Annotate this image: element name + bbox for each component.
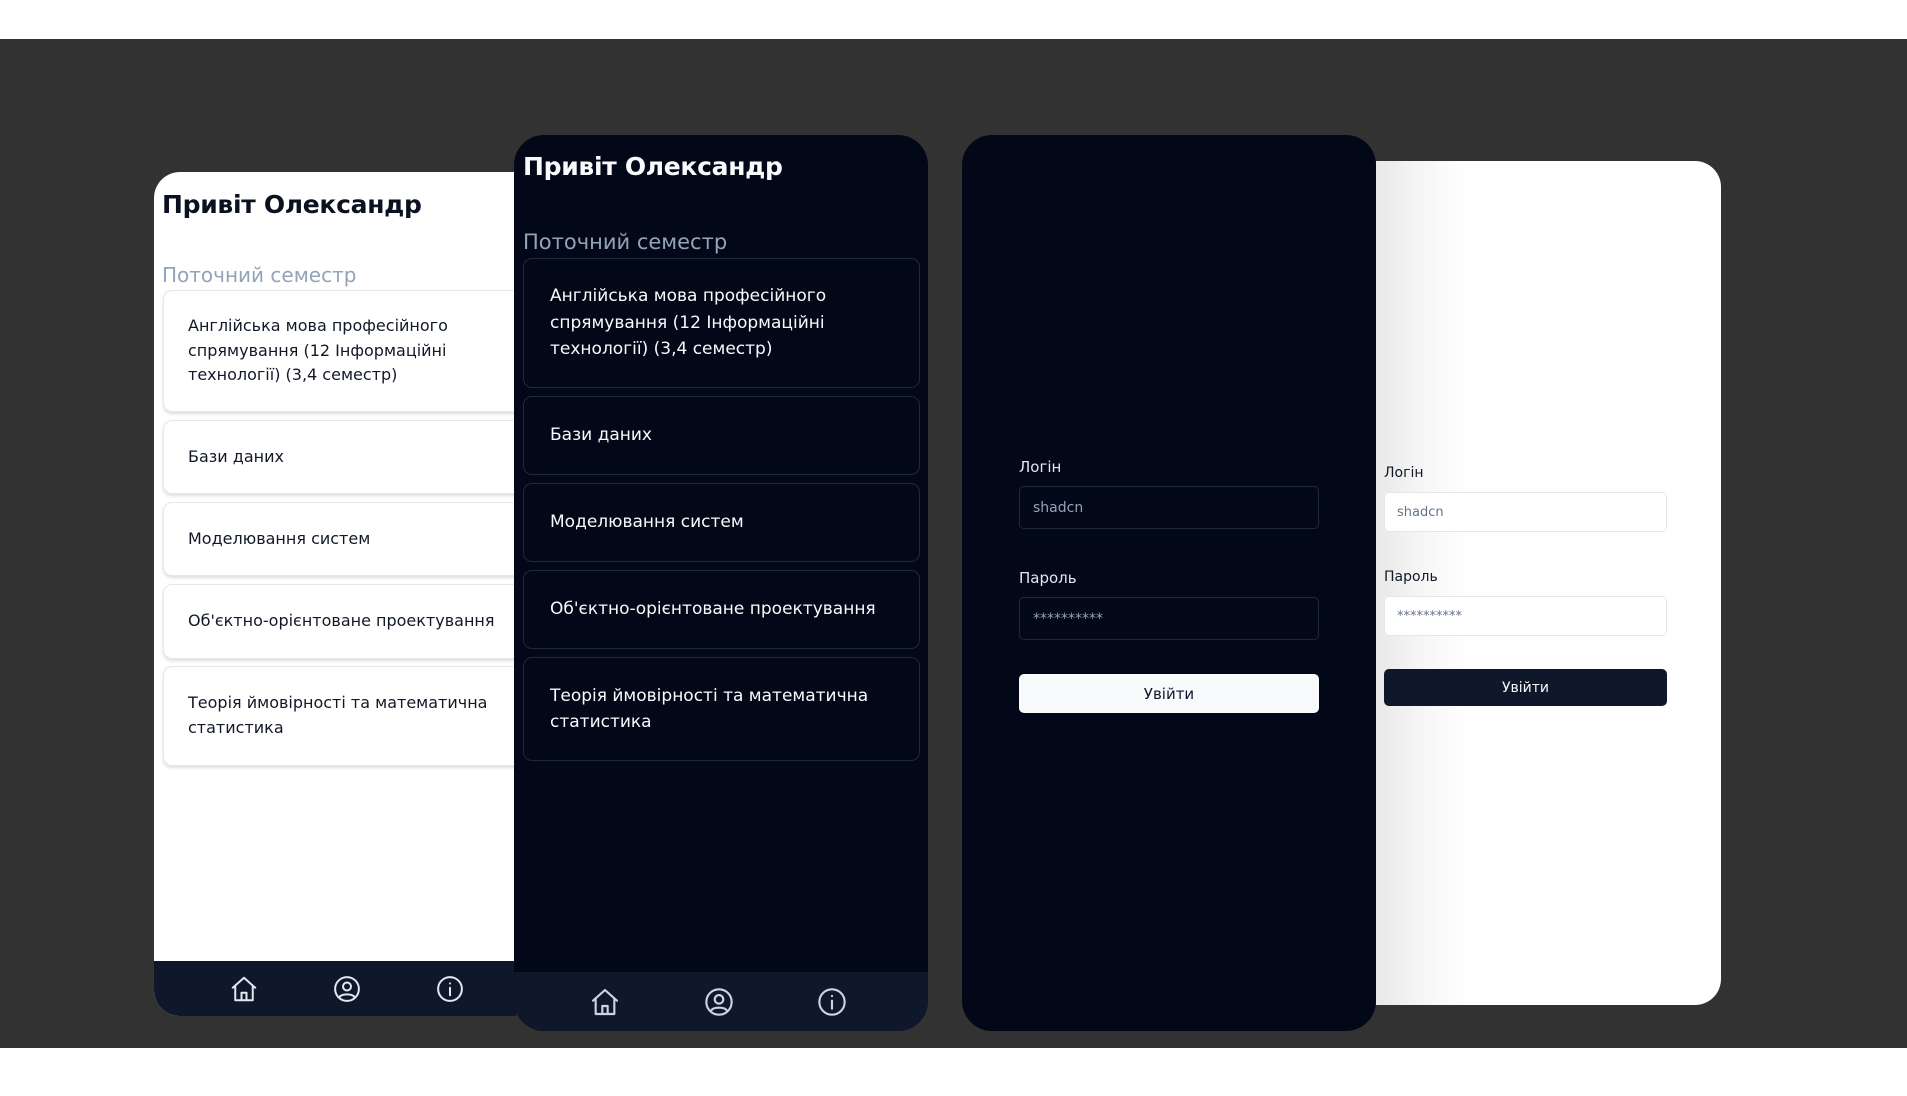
course-card[interactable]: Моделювання систем (523, 483, 920, 562)
course-card[interactable]: Теорія ймовірності та математична статис… (163, 666, 516, 766)
login-submit-button[interactable]: Увійти (1384, 669, 1667, 706)
login-input-value: shadcn (1033, 499, 1084, 516)
section-title: Поточний семестр (162, 263, 357, 287)
course-name: Бази даних (550, 425, 652, 446)
bottom-navigation (154, 961, 516, 1016)
course-card[interactable]: Бази даних (523, 396, 920, 475)
course-name: Моделювання систем (550, 512, 744, 533)
password-label: Пароль (1384, 569, 1438, 585)
dark-courses-screen: Привіт Олександр Поточний семестр Англій… (514, 135, 928, 1031)
password-input[interactable]: ********** (1019, 597, 1319, 640)
course-name: Бази даних (188, 446, 284, 466)
course-name: Англійська мова професійного спрямування… (550, 286, 827, 360)
info-icon[interactable] (434, 973, 466, 1005)
login-submit-button[interactable]: Увійти (1019, 674, 1319, 713)
course-name: Теорія ймовірності та математична статис… (550, 685, 869, 732)
login-input-value: shadcn (1397, 504, 1444, 520)
password-input[interactable]: ********** (1384, 596, 1667, 636)
greeting-title: Привіт Олександр (162, 190, 422, 219)
dark-login-screen: Логін shadcn Пароль ********** Увійти (962, 135, 1376, 1031)
course-card[interactable]: Моделювання систем (163, 502, 516, 576)
light-courses-screen: Привіт Олександр Поточний семестр Англій… (154, 172, 516, 1016)
user-circle-icon[interactable] (703, 986, 735, 1018)
greeting-title: Привіт Олександр (523, 152, 783, 181)
course-name: Об'єктно-орієнтоване проектування (550, 599, 876, 620)
info-icon[interactable] (816, 986, 848, 1018)
home-icon[interactable] (228, 973, 260, 1005)
course-name: Англійська мова професійного спрямування… (188, 315, 448, 385)
login-input[interactable]: shadcn (1384, 492, 1667, 532)
login-label: Логін (1019, 458, 1062, 476)
course-card[interactable]: Теорія ймовірності та математична статис… (523, 657, 920, 761)
login-input[interactable]: shadcn (1019, 486, 1319, 529)
password-input-value: ********** (1033, 610, 1103, 627)
section-title: Поточний семестр (523, 230, 728, 254)
password-input-value: ********** (1397, 608, 1462, 624)
showcase-backdrop: Привіт Олександр Поточний семестр Англій… (0, 39, 1907, 1048)
user-circle-icon[interactable] (331, 973, 363, 1005)
home-icon[interactable] (589, 986, 621, 1018)
course-name: Теорія ймовірності та математична статис… (188, 693, 488, 737)
course-card[interactable]: Об'єктно-орієнтоване проектування (523, 570, 920, 649)
course-card[interactable]: Англійська мова професійного спрямування… (523, 258, 920, 388)
bottom-navigation (514, 972, 928, 1031)
login-label: Логін (1384, 465, 1424, 481)
light-login-screen: Логін shadcn Пароль ********** Увійти (1376, 161, 1721, 1005)
course-name: Моделювання систем (188, 528, 371, 548)
password-label: Пароль (1019, 569, 1077, 587)
course-card[interactable]: Об'єктно-орієнтоване проектування (163, 584, 516, 659)
course-name: Об'єктно-орієнтоване проектування (188, 611, 495, 631)
course-card[interactable]: Бази даних (163, 420, 516, 494)
course-card[interactable]: Англійська мова професійного спрямування… (163, 290, 516, 412)
